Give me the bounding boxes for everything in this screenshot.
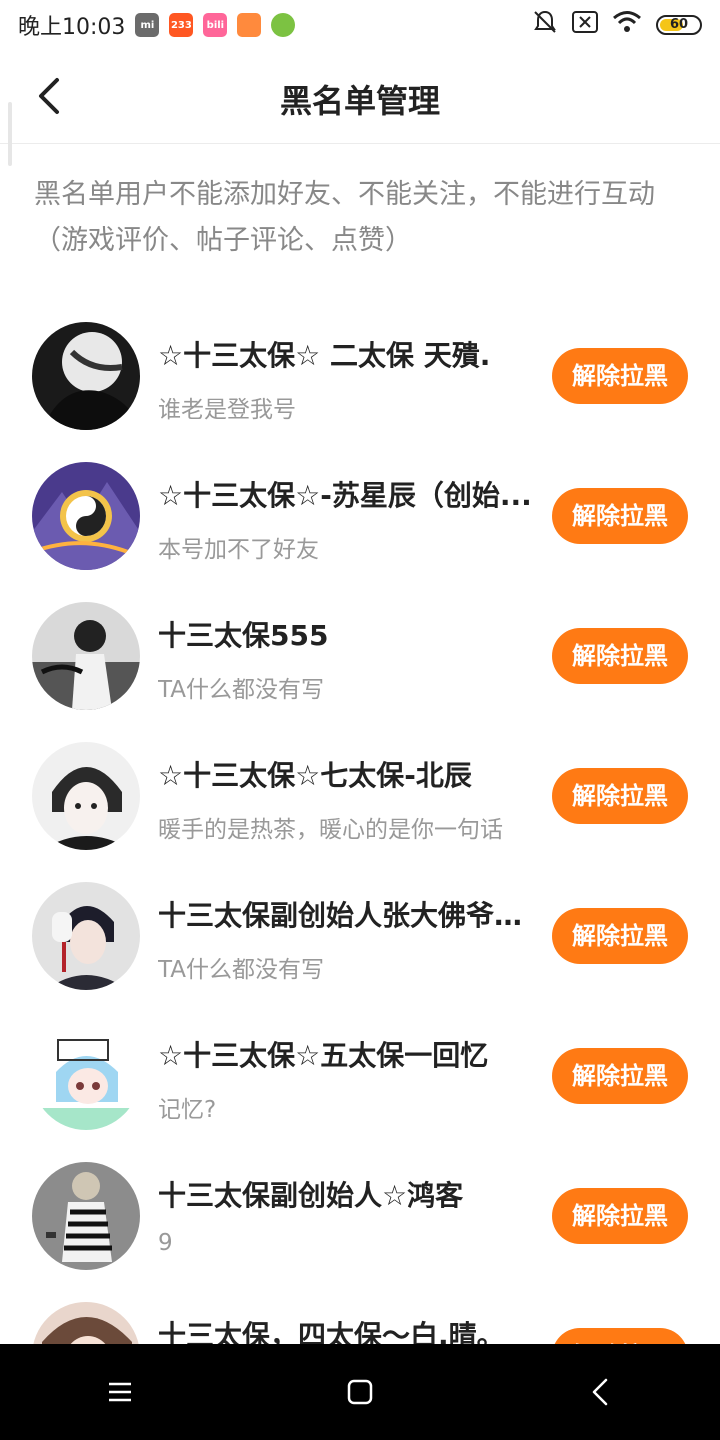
- mi-icon: mi: [135, 13, 160, 37]
- battery-icon: 60: [656, 15, 702, 35]
- avatar[interactable]: [32, 602, 140, 710]
- unblock-button[interactable]: 解除拉黑: [552, 1048, 688, 1104]
- green-app-icon: [271, 13, 296, 37]
- avatar[interactable]: [32, 1022, 140, 1130]
- user-name: ☆十三太保☆-苏星辰（创始...: [158, 479, 532, 512]
- header: 黑名单管理: [0, 50, 720, 166]
- status-left: 晚上10:03 mi 233 bili: [18, 9, 296, 41]
- list-item: 十三太保副创始人张大佛爷九... TA什么都没有写 解除拉黑: [0, 866, 720, 1006]
- user-name: 十三太保副创始人☆鸿客: [158, 1179, 464, 1212]
- system-back-button[interactable]: [570, 1362, 630, 1422]
- avatar[interactable]: [32, 882, 140, 990]
- user-bio: 9: [158, 1230, 173, 1256]
- home-button[interactable]: [330, 1362, 390, 1422]
- wifi-icon: [612, 10, 642, 40]
- unblock-button[interactable]: 解除拉黑: [552, 768, 688, 824]
- status-bar: 晚上10:03 mi 233 bili 60: [0, 0, 720, 50]
- avatar[interactable]: [32, 1162, 140, 1270]
- battery-level: 60: [669, 17, 689, 32]
- system-nav-bar: [0, 1344, 720, 1440]
- page-title: 黑名单管理: [279, 82, 440, 120]
- unblock-button[interactable]: 解除拉黑: [552, 908, 688, 964]
- unblock-button[interactable]: 解除拉黑: [552, 488, 688, 544]
- user-bio: 谁老是登我号: [158, 397, 296, 423]
- unblock-button[interactable]: 解除拉黑: [552, 1188, 688, 1244]
- menu-button[interactable]: [90, 1362, 150, 1422]
- unblock-button[interactable]: 解除拉黑: [552, 348, 688, 404]
- user-bio: 记忆?: [158, 1097, 217, 1123]
- list-item: 十三太保555 TA什么都没有写 解除拉黑: [0, 586, 720, 726]
- home-square-icon: [347, 1379, 373, 1405]
- user-name: ☆十三太保☆七太保-北辰: [158, 759, 472, 792]
- 233-icon: 233: [169, 13, 194, 37]
- user-name: ☆十三太保☆ 二太保 天殨.: [158, 339, 491, 372]
- menu-icon: [109, 1382, 131, 1402]
- avatar[interactable]: [32, 462, 140, 570]
- list-item: ☆十三太保☆-苏星辰（创始... 本号加不了好友 解除拉黑: [0, 446, 720, 586]
- orange-app-icon: [237, 13, 262, 37]
- avatar[interactable]: [32, 322, 140, 430]
- user-bio: TA什么都没有写: [158, 677, 324, 703]
- user-bio: 暖手的是热茶，暖心的是你一句话: [158, 817, 503, 843]
- list-item: ☆十三太保☆七太保-北辰 暖手的是热茶，暖心的是你一句话 解除拉黑: [0, 726, 720, 866]
- mute-bell-icon: [532, 9, 558, 41]
- user-bio: 本号加不了好友: [158, 537, 319, 563]
- unblock-button[interactable]: 解除拉黑: [552, 628, 688, 684]
- list-item: 十三太保副创始人☆鸿客 9 解除拉黑: [0, 1146, 720, 1286]
- list-item: ☆十三太保☆ 二太保 天殨. 谁老是登我号 解除拉黑: [0, 306, 720, 446]
- clock: 晚上10:03: [18, 15, 126, 40]
- blacklist-notice: 黑名单用户不能添加好友、不能关注，不能进行互动（游戏评价、帖子评论、点赞）: [34, 179, 655, 256]
- user-name: 十三太保555: [158, 619, 329, 652]
- user-name: 十三太保副创始人张大佛爷九...: [158, 899, 543, 932]
- status-right: 60: [532, 9, 702, 41]
- blacklist-list: ☆十三太保☆ 二太保 天殨. 谁老是登我号 解除拉黑 ☆十三太保☆-苏星辰（创始…: [0, 306, 720, 1426]
- user-name: ☆十三太保☆五太保一回忆: [158, 1039, 489, 1072]
- avatar[interactable]: [32, 742, 140, 850]
- bilibili-icon: bili: [203, 13, 228, 37]
- user-bio: TA什么都没有写: [158, 957, 324, 983]
- list-item: ☆十三太保☆五太保一回忆 记忆? 解除拉黑: [0, 1006, 720, 1146]
- no-sim-icon: [572, 11, 598, 39]
- back-triangle-icon: [592, 1378, 608, 1406]
